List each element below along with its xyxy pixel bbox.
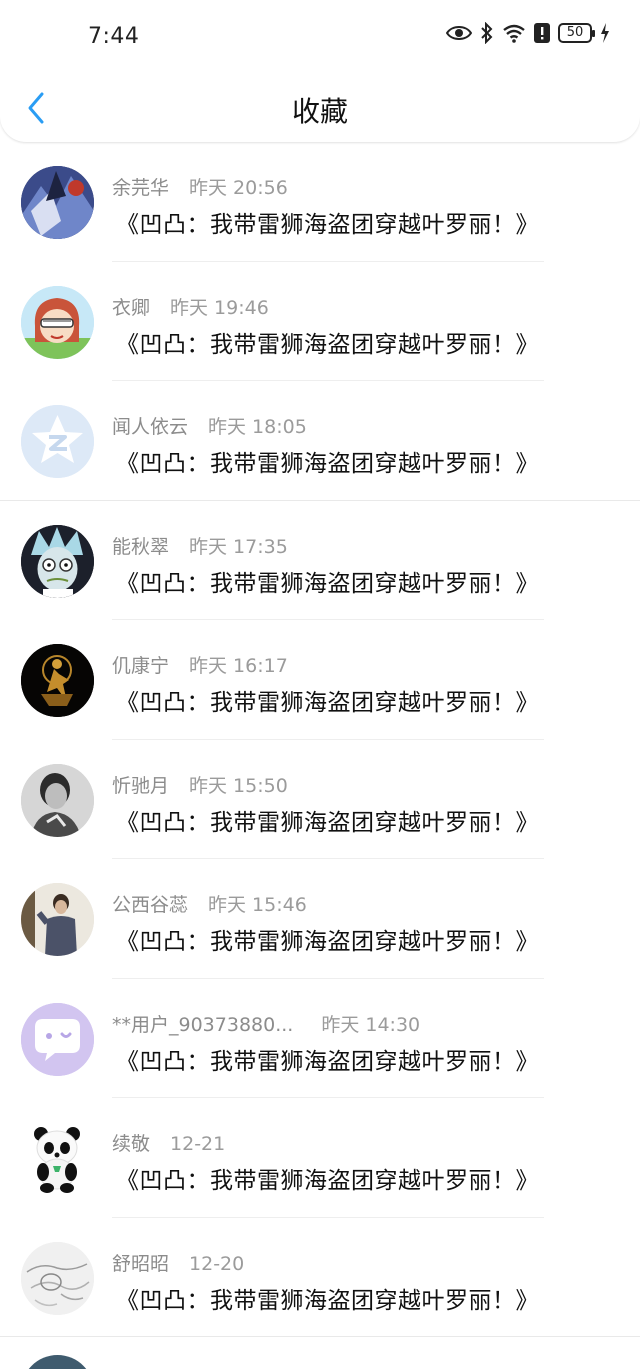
favorites-page: 7:44 50 收藏 余芫华 昨天 20:56 《凹凸：我带雷狮海盗团穿越叶罗丽… (0, 0, 640, 1369)
item-meta: 续敬 12-21 (112, 1129, 225, 1156)
user-name: 能秋翠 (112, 535, 170, 558)
item-title: 《凹凸：我带雷狮海盗团穿越叶罗丽！》 (116, 212, 539, 238)
item-meta: 闻人依云 昨天 18:05 (112, 412, 307, 439)
avatar[interactable] (21, 405, 94, 478)
timestamp: 12-21 (170, 1133, 226, 1155)
timestamp: 昨天 17:35 (189, 535, 288, 558)
item-title: 《凹凸：我带雷狮海盗团穿越叶罗丽！》 (116, 1168, 539, 1194)
avatar[interactable] (21, 1002, 94, 1076)
list-item[interactable]: 余芫华 昨天 20:56 《凹凸：我带雷狮海盗团穿越叶罗丽！》 (0, 142, 640, 262)
list-item[interactable]: 续敬 12-21 《凹凸：我带雷狮海盗团穿越叶罗丽！》 (0, 1098, 640, 1218)
list-item[interactable]: 仉康宁 昨天 16:17 《凹凸：我带雷狮海盗团穿越叶罗丽！》 (0, 620, 640, 740)
eye-icon (446, 24, 472, 42)
list-item[interactable]: 衣卿 昨天 19:46 《凹凸：我带雷狮海盗团穿越叶罗丽！》 (0, 262, 640, 381)
chat-bubble-icon (21, 1002, 94, 1076)
avatar[interactable] (21, 644, 94, 717)
avatar[interactable] (21, 1122, 94, 1195)
alert-icon (534, 23, 550, 43)
timestamp: 昨天 20:56 (189, 177, 288, 199)
avatar[interactable] (21, 763, 94, 837)
divider (0, 1336, 640, 1337)
timestamp: 昨天 19:46 (170, 296, 269, 319)
page-title: 收藏 (291, 95, 348, 128)
item-title: 《凹凸：我带雷狮海盗团穿越叶罗丽！》 (116, 331, 539, 358)
timestamp: 昨天 15:46 (208, 894, 307, 916)
item-title: 《凹凸：我带雷狮海盗团穿越叶罗丽！》 (116, 1287, 539, 1314)
item-title: 《凹凸：我带雷狮海盗团穿越叶罗丽！》 (116, 451, 539, 477)
status-time: 7:44 (88, 24, 140, 49)
item-meta: 忻驰月 昨天 15:50 (112, 771, 288, 798)
user-name: 衣卿 (112, 296, 151, 319)
timestamp: 昨天 15:50 (189, 774, 288, 797)
nav-bar: 收藏 (0, 78, 640, 138)
wifi-icon (502, 23, 526, 43)
favorites-list: 余芫华 昨天 20:56 《凹凸：我带雷狮海盗团穿越叶罗丽！》 衣卿 昨天 19… (0, 142, 640, 1337)
panda-icon (21, 1122, 94, 1195)
timestamp: 昨天 18:05 (208, 416, 307, 438)
user-name: 余芫华 (112, 177, 170, 199)
user-name: **用户_90373880... (112, 1013, 294, 1036)
item-meta: 能秋翠 昨天 17:35 (112, 532, 288, 559)
list-item[interactable]: 忻驰月 昨天 15:50 《凹凸：我带雷狮海盗团穿越叶罗丽！》 (0, 740, 640, 859)
item-meta: 公西谷蕊 昨天 15:46 (112, 890, 307, 917)
item-meta: 舒昭昭 12-20 (112, 1249, 244, 1276)
user-name: 续敬 (112, 1133, 151, 1155)
avatar[interactable] (21, 1241, 94, 1315)
timestamp: 12-20 (189, 1252, 245, 1275)
item-title: 《凹凸：我带雷狮海盗团穿越叶罗丽！》 (116, 690, 539, 716)
item-meta: 仉康宁 昨天 16:17 (112, 651, 288, 678)
status-bar: 7:44 50 (0, 0, 640, 76)
user-name: 忻驰月 (112, 774, 170, 797)
user-name: 公西谷蕊 (112, 894, 189, 916)
user-name: 闻人依云 (112, 416, 189, 438)
battery-icon: 50 (558, 23, 595, 43)
charging-icon (600, 23, 610, 43)
item-title: 《凹凸：我带雷狮海盗团穿越叶罗丽！》 (116, 570, 539, 597)
list-item[interactable]: **用户_90373880... 昨天 14:30 《凹凸：我带雷狮海盗团穿越叶… (0, 979, 640, 1098)
status-icons: 50 (446, 22, 610, 44)
timestamp: 昨天 16:17 (189, 655, 288, 677)
list-item[interactable]: 舒昭昭 12-20 《凹凸：我带雷狮海盗团穿越叶罗丽！》 (0, 1218, 640, 1337)
default-avatar-icon (21, 405, 94, 478)
list-item[interactable]: 能秋翠 昨天 17:35 《凹凸：我带雷狮海盗团穿越叶罗丽！》 (0, 501, 640, 620)
item-title: 《凹凸：我带雷狮海盗团穿越叶罗丽！》 (116, 809, 539, 836)
avatar[interactable] (21, 1355, 94, 1369)
user-name: 舒昭昭 (112, 1252, 170, 1275)
list-item[interactable]: 闻人依云 昨天 18:05 《凹凸：我带雷狮海盗团穿越叶罗丽！》 (0, 381, 640, 501)
avatar[interactable] (21, 285, 94, 359)
avatar[interactable] (21, 883, 94, 956)
header: 7:44 50 收藏 (0, 0, 640, 142)
timestamp: 昨天 14:30 (321, 1013, 421, 1036)
item-meta: 余芫华 昨天 20:56 (112, 173, 288, 200)
item-title: 《凹凸：我带雷狮海盗团穿越叶罗丽！》 (116, 929, 539, 955)
list-item[interactable]: 公西谷蕊 昨天 15:46 《凹凸：我带雷狮海盗团穿越叶罗丽！》 (0, 859, 640, 979)
item-meta: 衣卿 昨天 19:46 (112, 293, 269, 320)
avatar[interactable] (21, 524, 94, 598)
user-name: 仉康宁 (112, 655, 170, 677)
item-title: 《凹凸：我带雷狮海盗团穿越叶罗丽！》 (116, 1048, 539, 1075)
avatar[interactable] (21, 166, 94, 239)
bluetooth-icon (480, 22, 494, 44)
item-meta: **用户_90373880... 昨天 14:30 (112, 1010, 420, 1037)
